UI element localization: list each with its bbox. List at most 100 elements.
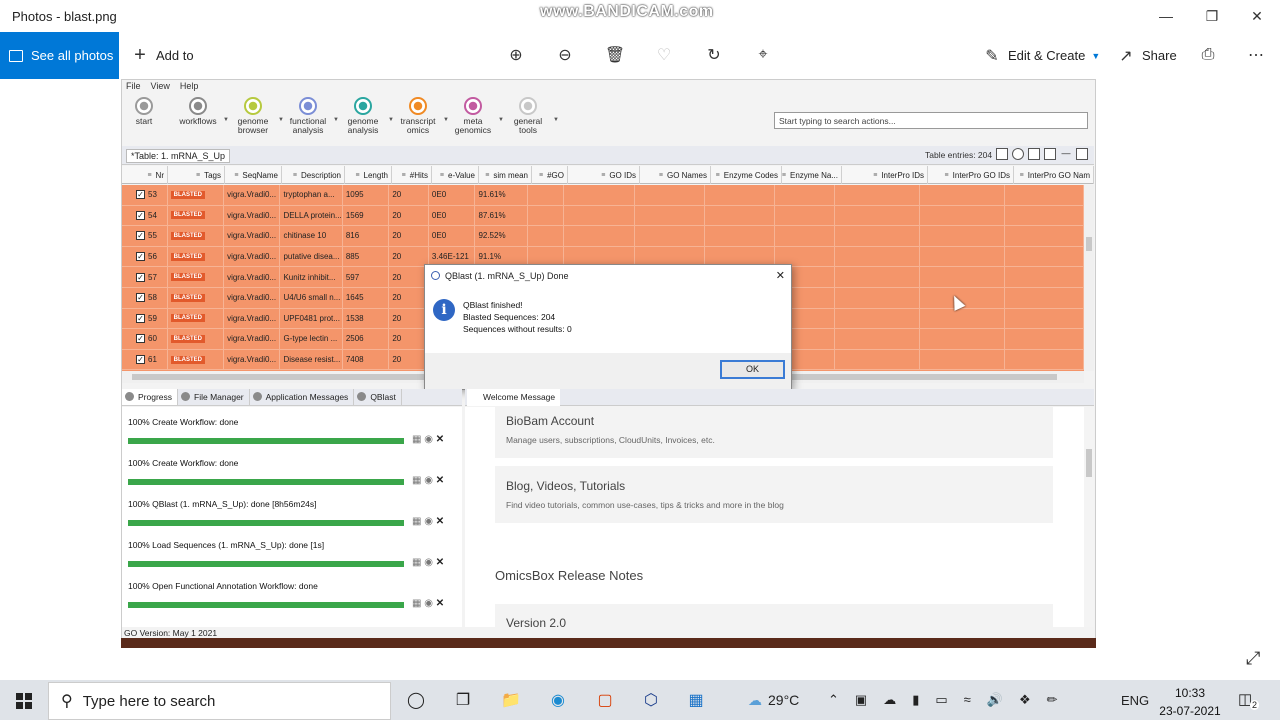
office-icon[interactable]: ▢ <box>593 688 617 712</box>
menu-help[interactable]: Help <box>180 81 199 95</box>
minimize-panel-icon[interactable]: — <box>1060 148 1072 160</box>
clock-icon[interactable] <box>1012 148 1024 160</box>
battery-icon[interactable]: ▭ <box>935 692 947 708</box>
remove-icon[interactable]: ✕ <box>436 434 444 445</box>
windows-start-icon[interactable] <box>16 693 32 709</box>
see-all-photos-button[interactable]: See all photos <box>0 32 119 79</box>
cortana-icon[interactable]: ◯ <box>404 688 428 712</box>
column-header[interactable]: ≡ e-Value <box>432 166 479 184</box>
export-icon[interactable] <box>1044 148 1056 160</box>
row-checkbox[interactable]: ✓ <box>136 355 145 365</box>
row-checkbox[interactable]: ✓ <box>136 210 145 220</box>
wifi-icon[interactable]: ≈ <box>964 692 971 708</box>
fullscreen-icon[interactable]: ⤢ <box>1246 648 1260 669</box>
ok-button[interactable]: OK <box>720 360 785 379</box>
info-icon[interactable]: ◉ <box>424 516 433 527</box>
weather-widget[interactable]: ☁ 29°C <box>748 692 799 709</box>
column-header[interactable]: ≡ InterPro IDs <box>842 166 928 184</box>
taskbar-clock[interactable]: 10:33 23-07-2021 <box>1150 684 1230 720</box>
edit-create-button[interactable]: ✎ Edit & Create ▼ <box>982 32 1100 79</box>
dialog-close-icon[interactable]: ✕ <box>776 269 785 282</box>
pen-icon[interactable]: ✏ <box>1047 692 1058 708</box>
column-header[interactable]: ≡ Nr <box>122 166 168 184</box>
table-row[interactable]: ✓ 53 BLASTED vigra.Vradi0... tryptophan a...… <box>122 185 1084 206</box>
column-header[interactable]: ≡ #GO <box>532 166 568 184</box>
dropbox-icon[interactable]: ❖ <box>1019 692 1031 708</box>
row-checkbox[interactable]: ✓ <box>136 190 145 200</box>
column-header[interactable]: ≡ sim mean <box>479 166 532 184</box>
add-to-button[interactable]: + Add to <box>130 32 193 79</box>
remove-icon[interactable]: ✕ <box>436 516 444 527</box>
restore-button[interactable]: ❐ <box>1189 0 1235 32</box>
cloud-icon[interactable]: ☁ <box>883 692 896 708</box>
volume-icon[interactable]: 🔊 <box>987 692 1003 708</box>
crop-icon[interactable]: ⌖ <box>753 45 773 65</box>
table-vscroll[interactable] <box>1084 185 1094 371</box>
ribbon-button-4[interactable]: genome analysis <box>338 97 388 142</box>
photos-app-icon[interactable]: ▦ <box>684 688 708 712</box>
info-icon[interactable]: ◉ <box>424 475 433 486</box>
table-tab[interactable]: *Table: 1. mRNA_S_Up <box>126 149 231 163</box>
row-checkbox[interactable]: ✓ <box>136 293 145 303</box>
device-icon[interactable]: ▣ <box>855 692 867 708</box>
save-icon[interactable] <box>1028 148 1040 160</box>
column-header[interactable]: ≡ InterPro GO Nam <box>1014 166 1094 184</box>
menu-view[interactable]: View <box>151 81 170 95</box>
delete-icon[interactable]: 🗑 <box>605 45 625 65</box>
column-header[interactable]: ≡ SeqName <box>225 166 282 184</box>
table-row[interactable]: ✓ 55 BLASTED vigra.Vradi0... chitinase 10 816… <box>122 226 1084 247</box>
omicsbox-icon[interactable]: ⬡ <box>639 688 663 712</box>
search-actions-input[interactable]: Start typing to search actions... <box>774 112 1088 129</box>
ribbon-button-5[interactable]: transcript omics <box>393 97 443 142</box>
file-explorer-icon[interactable]: 📁 <box>499 688 523 712</box>
edge-icon[interactable]: ◉ <box>546 688 570 712</box>
menu-file[interactable]: File <box>126 81 141 95</box>
notification-icon[interactable]: ◫ 2 <box>1238 690 1260 710</box>
zoom-in-icon[interactable]: ⊕ <box>506 45 526 65</box>
row-checkbox[interactable]: ✓ <box>136 231 145 241</box>
info-icon[interactable]: ◉ <box>424 557 433 568</box>
tab-welcome-message[interactable]: Welcome Message <box>467 389 561 406</box>
remove-icon[interactable]: ✕ <box>436 475 444 486</box>
edit-table-icon[interactable] <box>996 148 1008 160</box>
remove-icon[interactable]: ✕ <box>436 557 444 568</box>
rotate-icon[interactable]: ↻ <box>704 45 724 65</box>
ribbon-button-1[interactable]: workflows <box>173 97 223 142</box>
zoom-out-icon[interactable]: ⊖ <box>555 45 575 65</box>
log-icon[interactable]: ▦ <box>412 434 421 445</box>
ribbon-button-2[interactable]: genome browser <box>228 97 278 142</box>
language-indicator[interactable]: ENG <box>1121 693 1149 708</box>
column-header[interactable]: ≡ GO IDs <box>568 166 640 184</box>
table-row[interactable]: ✓ 54 BLASTED vigra.Vradi0... DELLA protein..… <box>122 205 1084 227</box>
column-header[interactable]: ≡ Enzyme Na... <box>782 166 842 184</box>
log-icon[interactable]: ▦ <box>412 516 421 527</box>
row-checkbox[interactable]: ✓ <box>136 313 145 323</box>
welcome-scrollbar[interactable] <box>1084 407 1094 627</box>
column-header[interactable]: ≡ Description <box>282 166 345 184</box>
column-header[interactable]: ≡ Length <box>345 166 392 184</box>
info-icon[interactable]: ◉ <box>424 598 433 609</box>
column-header[interactable]: ≡ #Hits <box>392 166 432 184</box>
log-icon[interactable]: ▦ <box>412 557 421 568</box>
blog-card[interactable]: Blog, Videos, Tutorials Find video tutor… <box>495 466 1053 523</box>
ribbon-dropdown-arrow[interactable]: ▼ <box>553 117 559 123</box>
maximize-panel-icon[interactable] <box>1076 148 1088 160</box>
task-view-icon[interactable]: ❐ <box>451 688 475 712</box>
remove-icon[interactable]: ✕ <box>436 598 444 609</box>
tab-qblast[interactable]: QBlast <box>354 389 402 405</box>
usb-icon[interactable]: ▮ <box>912 692 919 708</box>
log-icon[interactable]: ▦ <box>412 598 421 609</box>
ribbon-button-6[interactable]: meta genomics <box>448 97 498 142</box>
column-header[interactable]: ≡ Tags <box>168 166 225 184</box>
tab-application-messages[interactable]: Application Messages <box>250 389 355 405</box>
version-card[interactable]: Version 2.0 <box>495 604 1053 627</box>
taskbar-search-box[interactable]: ⚲ Type here to search <box>48 682 391 720</box>
print-icon[interactable]: ⎙ <box>1198 45 1218 65</box>
ribbon-button-3[interactable]: functional analysis <box>283 97 333 142</box>
row-checkbox[interactable]: ✓ <box>136 252 145 262</box>
info-icon[interactable]: ◉ <box>424 434 433 445</box>
ribbon-button-7[interactable]: general tools <box>503 97 553 142</box>
tab-progress[interactable]: Progress <box>122 389 179 405</box>
minimize-button[interactable]: — <box>1143 0 1189 32</box>
ribbon-button-0[interactable]: start <box>119 97 169 142</box>
